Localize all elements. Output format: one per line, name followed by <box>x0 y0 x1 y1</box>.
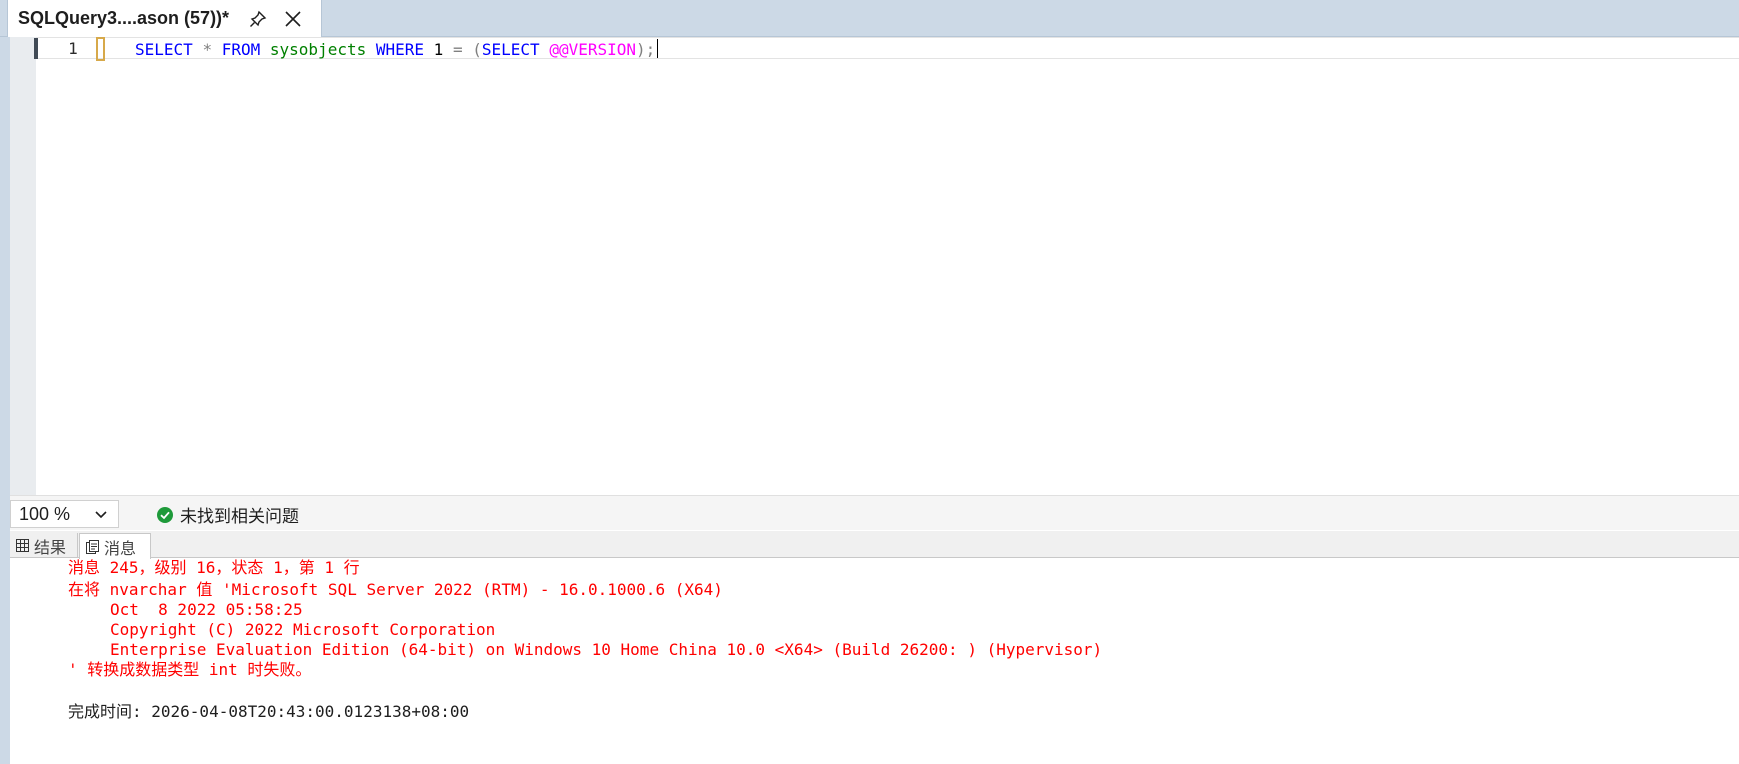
right-paren: ) <box>636 40 646 59</box>
query-editor[interactable]: 1 SELECT * FROM sysobjects WHERE 1 = (SE… <box>10 37 1739 495</box>
line-number: 1 <box>68 39 78 58</box>
error-line: Oct 8 2022 05:58:25 <box>110 600 303 619</box>
semicolon: ; <box>645 40 656 59</box>
table-name: sysobjects <box>269 40 367 59</box>
keyword-from: FROM <box>221 40 261 59</box>
editor-status-bar: 100 % 未找到相关问题 <box>10 495 1739 530</box>
document-tab-strip: SQLQuery3....ason (57))* <box>0 0 1739 37</box>
system-variable: @@VERSION <box>549 40 637 59</box>
tab-results[interactable]: 结果 <box>10 533 78 558</box>
completion-time: 完成时间: 2026-04-08T20:43:00.0123138+08:00 <box>68 702 470 721</box>
keyword-where: WHERE <box>375 40 425 59</box>
left-paren: ( <box>472 40 482 59</box>
keyword-select-2: SELECT <box>481 40 540 59</box>
grid-icon <box>16 539 29 552</box>
operator-equals: = <box>452 40 463 59</box>
editor-frame-rail <box>0 37 10 764</box>
error-line: Copyright (C) 2022 Microsoft Corporation <box>110 620 496 639</box>
tab-results-label: 结果 <box>34 537 67 557</box>
zoom-value: 100 % <box>19 503 71 524</box>
close-icon[interactable] <box>281 7 305 31</box>
message-icon <box>86 539 99 554</box>
brace-match-marker <box>96 37 105 61</box>
results-tab-strip: 结果 消息 <box>10 531 1739 559</box>
tab-title: SQLQuery3....ason (57))* <box>18 8 230 28</box>
tab-messages-label: 消息 <box>104 538 137 558</box>
code-line[interactable]: SELECT * FROM sysobjects WHERE 1 = (SELE… <box>135 39 659 60</box>
check-circle-icon <box>156 506 174 524</box>
editor-gutter <box>10 37 36 495</box>
keyword-select: SELECT <box>135 40 193 59</box>
zoom-dropdown[interactable]: 100 % <box>10 500 119 528</box>
issues-indicator[interactable]: 未找到相关问题 <box>156 502 299 527</box>
line-change-marker <box>34 38 38 59</box>
error-line: ' 转换成数据类型 int 时失败。 <box>68 660 312 679</box>
issues-text: 未找到相关问题 <box>180 507 299 527</box>
query-document-tab[interactable]: SQLQuery3....ason (57))* <box>7 0 322 37</box>
chevron-down-icon <box>94 507 108 526</box>
error-line: 在将 nvarchar 值 'Microsoft SQL Server 2022… <box>68 580 723 599</box>
number-literal: 1 <box>433 40 444 59</box>
messages-pane: 消息 245，级别 16，状态 1，第 1 行 在将 nvarchar 值 'M… <box>10 558 1739 764</box>
tab-messages[interactable]: 消息 <box>79 533 151 559</box>
error-line: Enterprise Evaluation Edition (64-bit) o… <box>110 640 1103 659</box>
operator-star: * <box>202 40 213 59</box>
text-caret <box>657 39 659 58</box>
error-header: 消息 245，级别 16，状态 1，第 1 行 <box>68 558 360 577</box>
pin-icon[interactable] <box>247 8 269 30</box>
